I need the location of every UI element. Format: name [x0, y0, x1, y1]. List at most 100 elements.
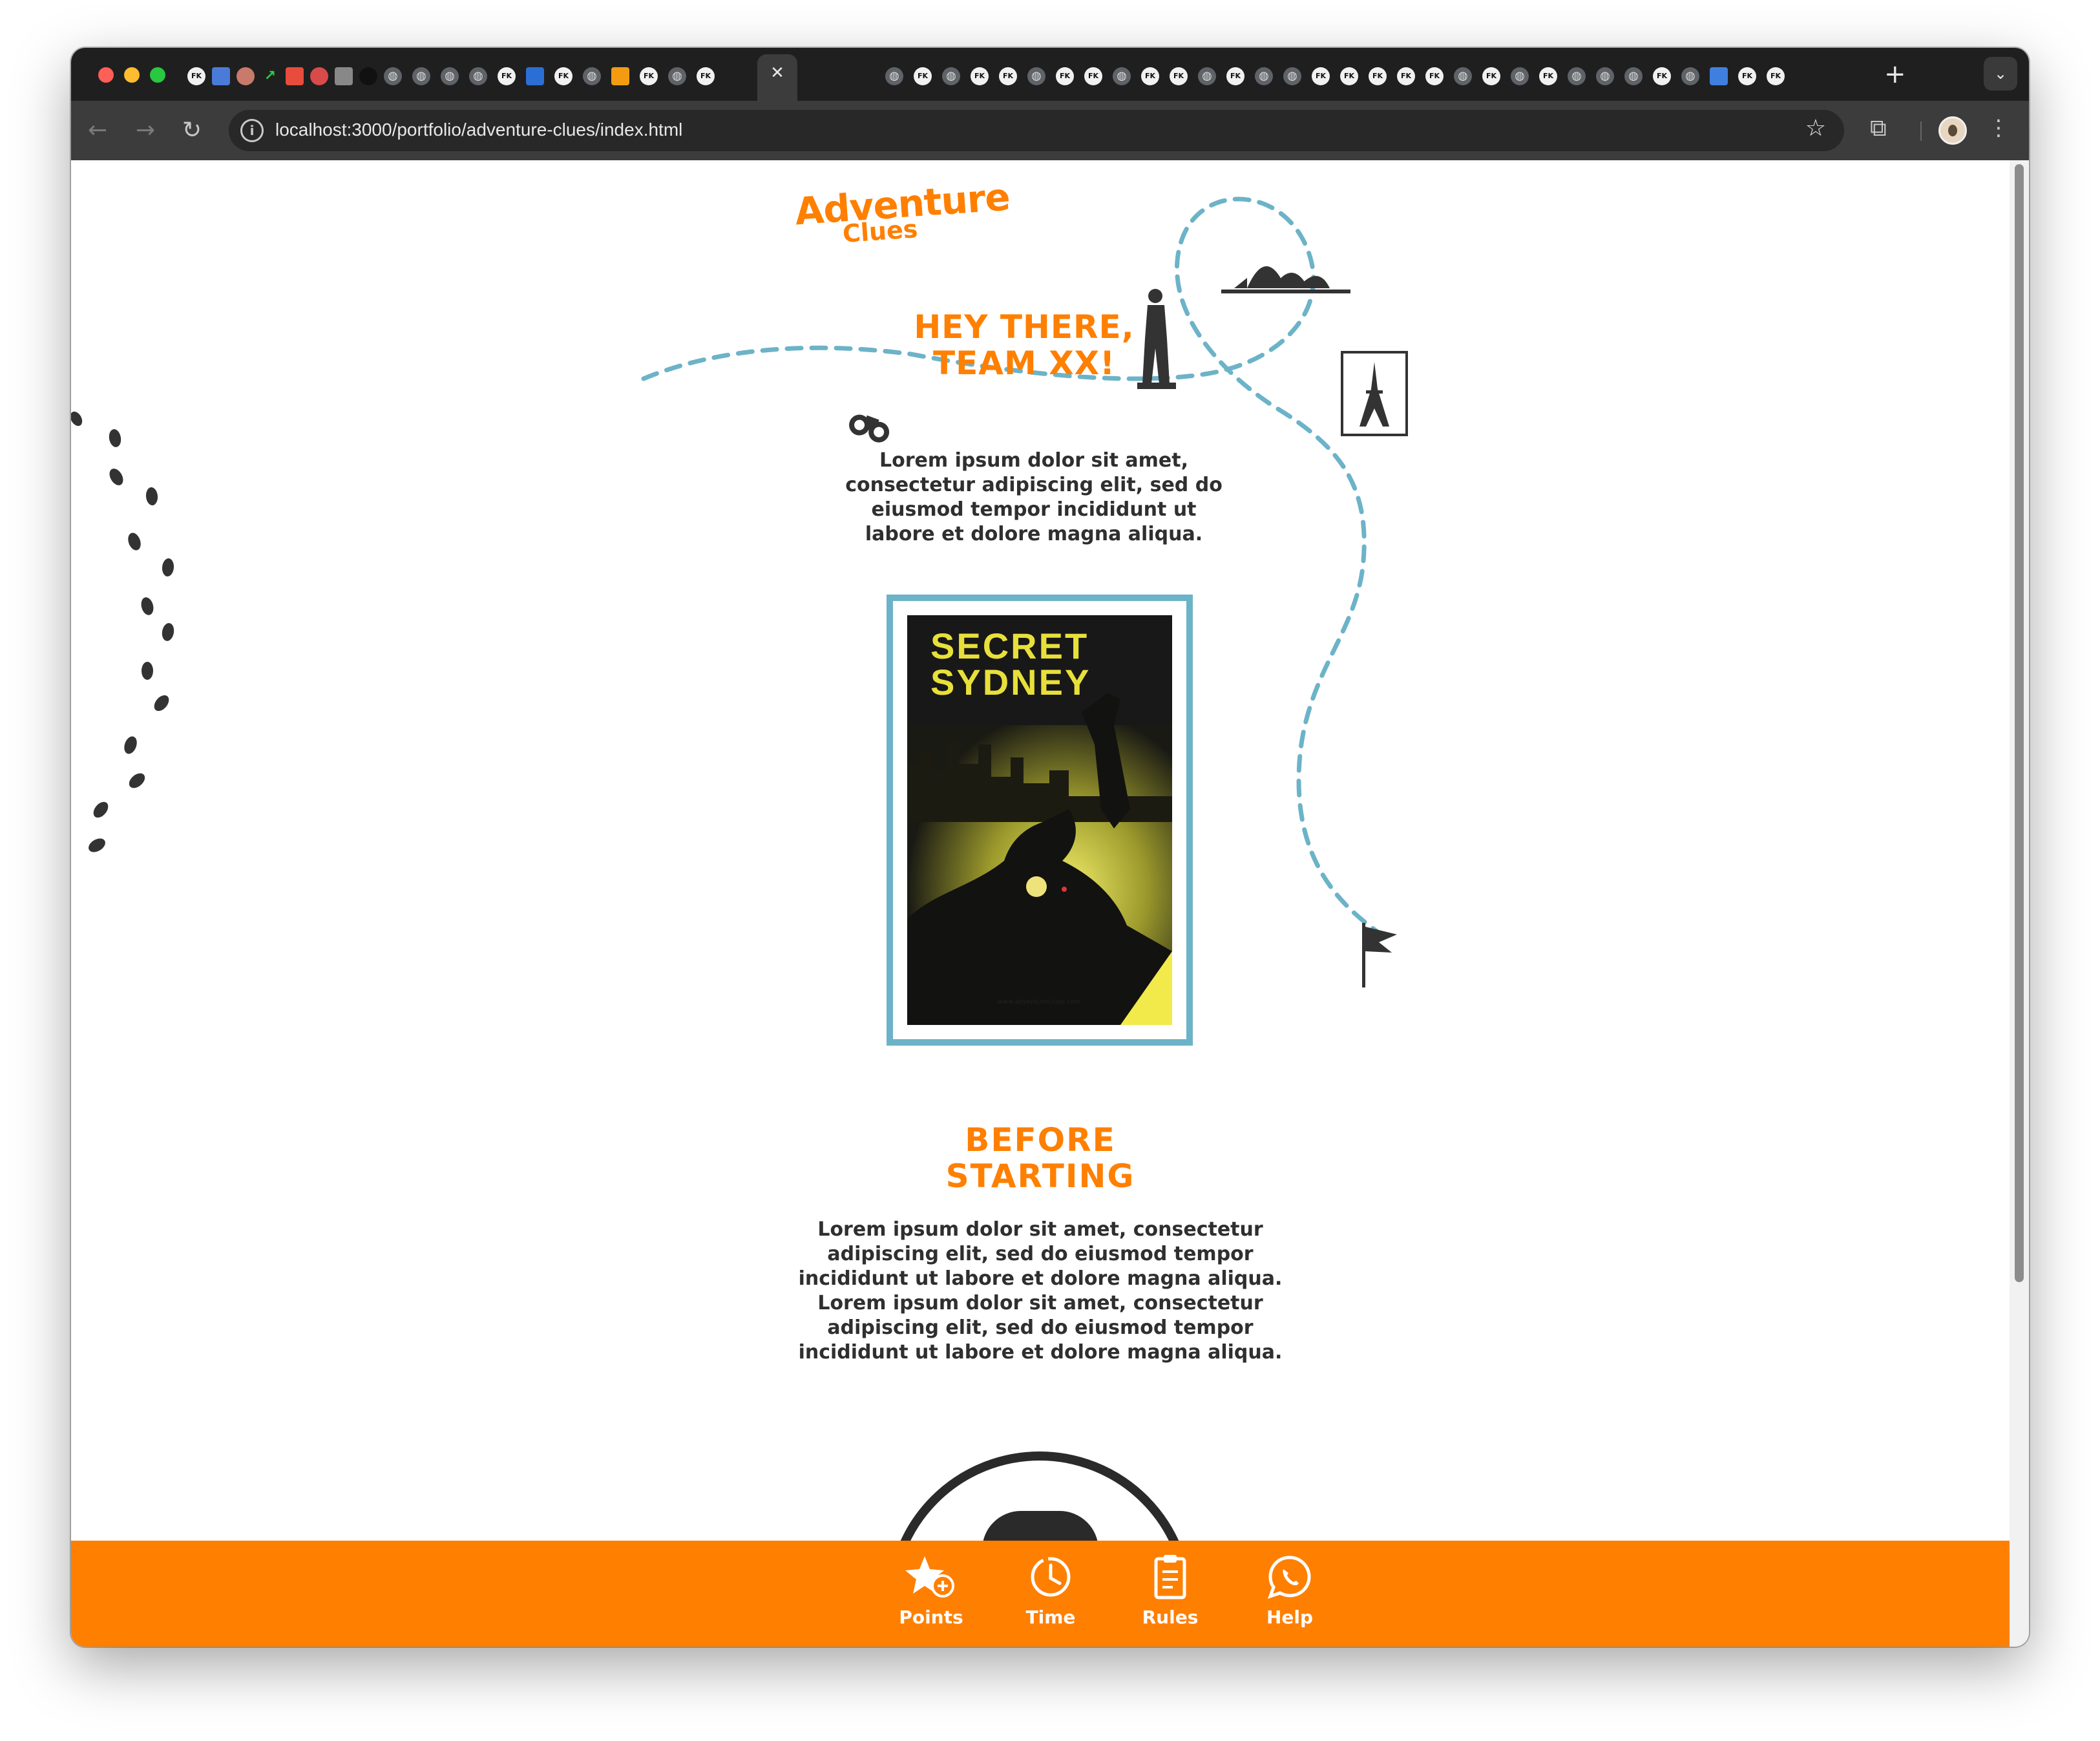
secret-sydney-poster: SECRET SYDNEY www.adventureclues.com: [907, 615, 1172, 1025]
bookmark-star-icon[interactable]: ☆: [1805, 115, 1826, 142]
tab-favicon[interactable]: [1710, 67, 1728, 85]
tab-favicon[interactable]: FK: [999, 67, 1017, 85]
tab-strip: FK ↗ ◍ ◍ ◍ ◍ FK FK ◍ FK ◍ FK ◍ FK ◍ FK F…: [71, 48, 2029, 101]
tab-favicon[interactable]: FK: [640, 67, 658, 85]
tab-favicon[interactable]: FK: [1226, 67, 1244, 85]
globe-icon[interactable]: ◍: [1454, 67, 1472, 85]
globe-icon[interactable]: ◍: [942, 67, 960, 85]
globe-icon[interactable]: ◍: [1113, 67, 1131, 85]
tab-favicon[interactable]: FK: [1653, 67, 1671, 85]
globe-icon[interactable]: ◍: [384, 67, 402, 85]
back-button[interactable]: ←: [88, 115, 107, 146]
tab-favicon[interactable]: [236, 67, 255, 85]
nav-help-label: Help: [1266, 1607, 1314, 1628]
tab-favicon[interactable]: FK: [914, 67, 932, 85]
bottom-nav-bar: Points Time Rules Help: [71, 1541, 2010, 1647]
tab-favicon[interactable]: FK: [498, 67, 516, 85]
close-window-button[interactable]: [98, 67, 114, 83]
greeting-title-line2: TEAM XX!: [932, 344, 1116, 382]
globe-icon[interactable]: ◍: [1283, 67, 1301, 85]
tab-list: FK ↗ ◍ ◍ ◍ ◍ FK FK ◍ FK ◍ FK ◍ FK ◍ FK F…: [187, 61, 1971, 92]
tab-favicon[interactable]: FK: [1141, 67, 1159, 85]
browser-window: FK ↗ ◍ ◍ ◍ ◍ FK FK ◍ FK ◍ FK ◍ FK ◍ FK F…: [71, 48, 2029, 1647]
globe-icon[interactable]: ◍: [1681, 67, 1699, 85]
page-viewport: Adventure Clues HEY THERE, TEAM XX! Lore…: [71, 160, 2010, 1647]
tab-favicon[interactable]: FK: [1767, 67, 1785, 85]
clipboard-icon: [1154, 1555, 1186, 1599]
globe-icon[interactable]: ◍: [1198, 67, 1216, 85]
tab-favicon[interactable]: FK: [697, 67, 715, 85]
tab-favicon[interactable]: FK: [1738, 67, 1756, 85]
scrollbar-thumb[interactable]: [2015, 164, 2024, 1282]
tab-favicon[interactable]: [310, 67, 328, 85]
globe-icon[interactable]: ◍: [1027, 67, 1045, 85]
nav-points-label: Points: [899, 1607, 963, 1628]
tab-favicon[interactable]: [286, 67, 304, 85]
forward-button[interactable]: →: [136, 115, 155, 146]
globe-icon[interactable]: ◍: [441, 67, 459, 85]
nav-rules-label: Rules: [1142, 1607, 1199, 1628]
globe-icon[interactable]: ◍: [1255, 67, 1273, 85]
tab-favicon[interactable]: FK: [1482, 67, 1500, 85]
toolbar-divider: [1920, 121, 1922, 141]
reload-button[interactable]: ↻: [182, 115, 202, 146]
tab-favicon[interactable]: FK: [1539, 67, 1557, 85]
globe-icon[interactable]: ◍: [668, 67, 686, 85]
binoculars-icon: [849, 414, 890, 443]
poster-frame: SECRET SYDNEY www.adventureclues.com: [887, 595, 1193, 1046]
section-paragraph: Lorem ipsum dolor sit amet, consectetur …: [798, 1218, 1283, 1364]
globe-icon[interactable]: ◍: [469, 67, 487, 85]
tab-favicon[interactable]: FK: [1369, 67, 1387, 85]
tab-favicon[interactable]: FK: [971, 67, 989, 85]
tab-favicon[interactable]: [335, 67, 353, 85]
tab-favicon[interactable]: [611, 67, 629, 85]
globe-icon[interactable]: ◍: [1568, 67, 1586, 85]
poster-title: SECRET SYDNEY: [930, 628, 1091, 701]
star-plus-icon: [905, 1556, 954, 1598]
footprints-icon: [71, 411, 174, 852]
tab-favicon[interactable]: [212, 67, 230, 85]
tab-favicon[interactable]: FK: [1312, 67, 1330, 85]
tab-search-button[interactable]: ⌄: [1984, 57, 2017, 90]
tab-favicon[interactable]: FK: [1056, 67, 1074, 85]
tab-favicon[interactable]: FK: [1397, 67, 1415, 85]
adventure-clues-logo[interactable]: Adventure Clues: [793, 174, 1011, 253]
address-bar[interactable]: i localhost:3000/portfolio/adventure-clu…: [229, 110, 1844, 151]
profile-avatar[interactable]: [1938, 116, 1967, 145]
nav-rules-button[interactable]: Rules: [1122, 1554, 1219, 1628]
globe-icon[interactable]: ◍: [1596, 67, 1614, 85]
tab-favicon[interactable]: FK: [554, 67, 572, 85]
tab-favicon[interactable]: [359, 67, 377, 85]
close-tab-icon[interactable]: ✕: [757, 63, 797, 83]
active-tab[interactable]: ✕: [757, 54, 797, 101]
tab-favicon[interactable]: FK: [1084, 67, 1102, 85]
nav-points-button[interactable]: Points: [883, 1554, 980, 1628]
tab-favicon[interactable]: FK: [187, 67, 205, 85]
nav-help-button[interactable]: Help: [1241, 1554, 1338, 1628]
new-tab-button[interactable]: +: [1884, 59, 1906, 89]
globe-icon[interactable]: ◍: [1511, 67, 1529, 85]
trend-icon[interactable]: ↗: [261, 67, 279, 85]
minimize-window-button[interactable]: [124, 67, 140, 83]
globe-icon[interactable]: ◍: [885, 67, 903, 85]
eiffel-tower-icon: [1341, 351, 1408, 436]
tab-favicon[interactable]: [526, 67, 544, 85]
tab-favicon[interactable]: FK: [1170, 67, 1188, 85]
maximize-window-button[interactable]: [150, 67, 165, 83]
globe-icon[interactable]: ◍: [583, 67, 601, 85]
tab-favicon[interactable]: FK: [1425, 67, 1444, 85]
globe-icon[interactable]: ◍: [1624, 67, 1643, 85]
globe-icon[interactable]: ◍: [412, 67, 430, 85]
greeting-title-line1: HEY THERE,: [914, 308, 1135, 346]
url-text[interactable]: localhost:3000/portfolio/adventure-clues…: [275, 120, 682, 140]
greeting-title: HEY THERE, TEAM XX!: [908, 309, 1140, 381]
opera-house-icon: [1221, 266, 1350, 293]
section-title: BEFORE STARTING: [911, 1122, 1170, 1194]
browser-menu-icon[interactable]: ⋮: [1988, 115, 2010, 141]
site-info-icon[interactable]: i: [240, 119, 264, 142]
nav-time-button[interactable]: Time: [1002, 1554, 1099, 1628]
page-scrollbar[interactable]: [2010, 160, 2029, 1647]
extensions-icon[interactable]: ⧉: [1870, 115, 1887, 142]
logo-subtext: Clues: [841, 214, 919, 249]
tab-favicon[interactable]: FK: [1340, 67, 1358, 85]
